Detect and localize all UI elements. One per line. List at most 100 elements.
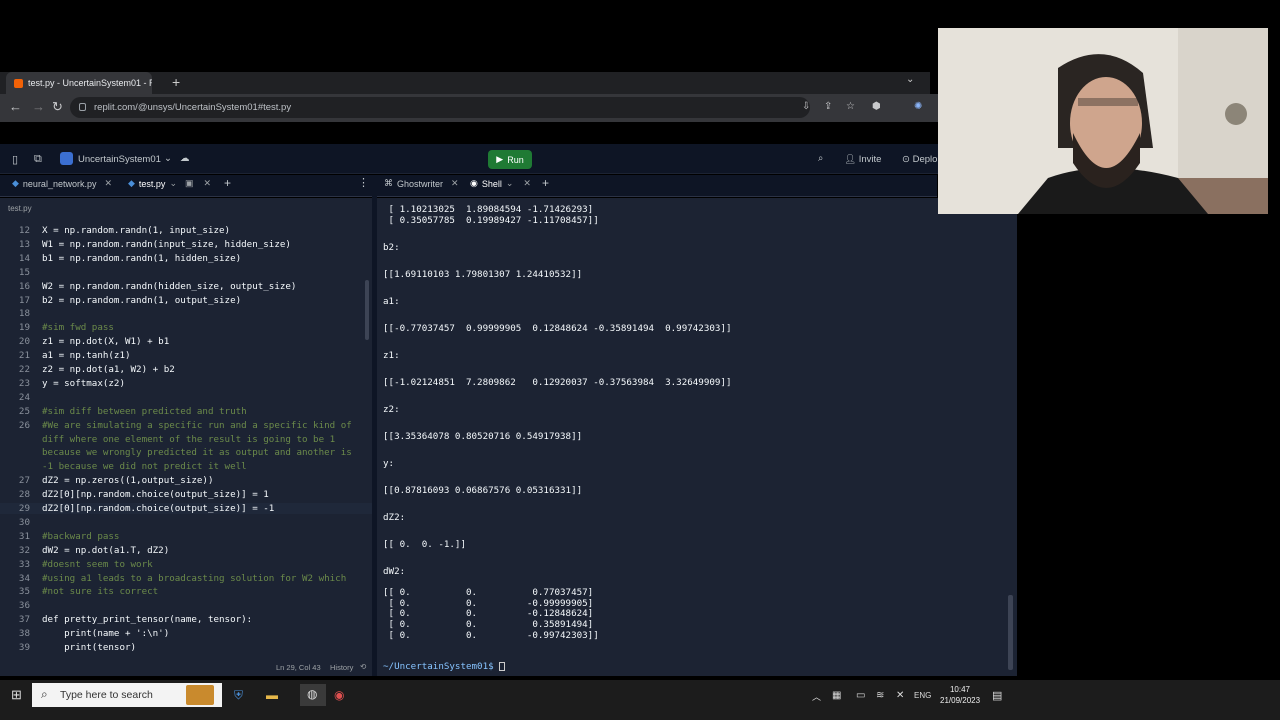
chevron-down-icon[interactable]: ⌄ bbox=[506, 178, 514, 189]
more-options-icon[interactable]: ⋮ bbox=[358, 176, 369, 189]
line-number: 29 bbox=[18, 503, 30, 514]
close-icon[interactable]: ✕ bbox=[204, 178, 212, 189]
code-line[interactable]: 32 dW2 = np.dot(a1.T, dZ2) bbox=[0, 545, 372, 556]
code-text: def pretty_print_tensor(name, tensor): bbox=[42, 614, 253, 626]
code-line[interactable]: 33 #doesnt seem to work bbox=[0, 559, 372, 570]
code-line[interactable]: 16 W2 = np.random.randn(hidden_size, outp… bbox=[0, 281, 372, 292]
line-number: 23 bbox=[18, 377, 30, 389]
tray-device-icon[interactable]: ▭ bbox=[856, 690, 865, 701]
replit-logo-icon[interactable]: ⧉ bbox=[34, 153, 42, 166]
language-indicator[interactable]: ENG bbox=[914, 691, 931, 700]
code-line[interactable]: 30 bbox=[0, 517, 372, 528]
code-line[interactable]: 38 print(name + ':\n') bbox=[0, 628, 372, 639]
windows-start-icon[interactable]: ⊞ bbox=[11, 687, 22, 703]
invite-button[interactable]: 👤︎ Invite bbox=[844, 154, 881, 165]
security-shield-icon[interactable]: ⛨ bbox=[234, 688, 243, 703]
bookmark-star-icon[interactable]: ☆ bbox=[846, 101, 855, 112]
code-line[interactable]: 20 z1 = np.dot(X, W1) + b1 bbox=[0, 336, 372, 347]
split-view-icon[interactable]: ▣ bbox=[185, 178, 194, 189]
tray-up-chevron-icon[interactable]: ︿ bbox=[812, 690, 821, 703]
volume-icon[interactable]: ✕ bbox=[896, 690, 904, 701]
tray-app-icon[interactable]: ▦ bbox=[832, 690, 841, 701]
code-line[interactable]: 25 #sim diff between predicted and truth bbox=[0, 406, 372, 417]
taskbar-clock[interactable]: 10:47 21/09/2023 bbox=[940, 684, 980, 706]
close-icon[interactable]: ✕ bbox=[104, 178, 112, 189]
deploy-button[interactable]: ⊙ Deplo bbox=[902, 154, 937, 165]
code-line[interactable]: because we wrongly predicted it as outpu… bbox=[0, 447, 372, 458]
tab-label: Shell bbox=[481, 178, 502, 189]
code-line[interactable]: diff where one element of the result is … bbox=[0, 434, 372, 445]
code-line[interactable]: 14 b1 = np.random.randn(1, hidden_size) bbox=[0, 253, 372, 264]
code-line[interactable]: 28 dZ2[0][np.random.choice(output_size)] … bbox=[0, 489, 372, 500]
code-line[interactable]: 26 #We are simulating a specific run and … bbox=[0, 420, 372, 431]
code-line[interactable]: -1 because we did not predict it well bbox=[0, 461, 372, 472]
extension-icon[interactable]: ⬢ bbox=[872, 101, 881, 112]
add-tab-button[interactable]: + bbox=[224, 176, 231, 190]
browser-tab[interactable]: test.py - UncertainSystem01 - Re ✕ bbox=[6, 72, 152, 94]
project-name[interactable]: UncertainSystem01 bbox=[78, 154, 161, 165]
line-number: 24 bbox=[18, 391, 30, 403]
deploy-icon: ⊙ bbox=[902, 154, 910, 165]
tab-neural-network[interactable]: ◆ neural_network.py ✕ bbox=[12, 178, 112, 189]
install-app-icon[interactable]: ⇩ bbox=[802, 101, 810, 112]
code-line[interactable]: 23 y = softmax(z2) bbox=[0, 378, 372, 389]
code-line[interactable]: 18 bbox=[0, 308, 372, 319]
close-icon[interactable]: ✕ bbox=[451, 178, 459, 189]
line-number: 17 bbox=[18, 294, 30, 306]
new-tab-button[interactable]: + bbox=[172, 74, 180, 90]
notifications-icon[interactable]: ▤ bbox=[992, 689, 1002, 702]
code-line[interactable]: 31 #backward pass bbox=[0, 531, 372, 542]
code-line[interactable]: 29 dZ2[0][np.random.choice(output_size)] … bbox=[0, 503, 372, 514]
forward-arrow-icon[interactable]: → bbox=[32, 99, 45, 114]
code-line[interactable]: 37 def pretty_print_tensor(name, tensor): bbox=[0, 614, 372, 625]
close-icon[interactable]: ✕ bbox=[523, 178, 531, 189]
taskbar-search-input[interactable]: ⌕ Type here to search bbox=[32, 683, 222, 707]
search-icon[interactable]: ⌕ bbox=[818, 153, 823, 164]
code-line[interactable]: 22 z2 = np.dot(a1, W2) + b2 bbox=[0, 364, 372, 375]
code-text: #doesnt seem to work bbox=[42, 558, 153, 570]
editor-scrollbar[interactable] bbox=[365, 280, 369, 340]
chevron-down-icon[interactable]: ⌄ bbox=[164, 153, 172, 164]
history-icon[interactable]: ⟲ bbox=[360, 662, 366, 671]
code-line[interactable]: 36 bbox=[0, 600, 372, 611]
chrome-taskbar-icon[interactable]: ◍ bbox=[300, 684, 326, 706]
code-line[interactable]: 27 dZ2 = np.zeros((1,output_size)) bbox=[0, 475, 372, 486]
code-line[interactable]: 13 W1 = np.random.randn(input_size, hidde… bbox=[0, 239, 372, 250]
shell-output-line: [ 0. 0. -0.99999905] bbox=[383, 597, 594, 609]
code-line[interactable]: 19 #sim fwd pass bbox=[0, 322, 372, 333]
share-icon[interactable]: ⇪ bbox=[824, 101, 832, 112]
tab-shell[interactable]: ◉ Shell ⌄ ✕ bbox=[470, 178, 531, 189]
extension-puzzle-icon[interactable]: ✺ bbox=[914, 101, 922, 112]
wifi-icon[interactable]: ≋ bbox=[876, 690, 884, 701]
reload-icon[interactable]: ↻ bbox=[52, 99, 63, 115]
shell-tab-bar bbox=[377, 175, 937, 197]
tab-search-chevron-icon[interactable]: ⌄ bbox=[906, 74, 914, 85]
deploy-label: Deplo bbox=[912, 154, 938, 165]
code-line[interactable]: 17 b2 = np.random.randn(1, output_size) bbox=[0, 295, 372, 306]
shell-prompt-line[interactable]: ~/UncertainSystem01$ bbox=[383, 661, 506, 672]
run-button[interactable]: ▶ Run bbox=[488, 150, 532, 169]
code-line[interactable]: 21 a1 = np.tanh(z1) bbox=[0, 350, 372, 361]
code-line[interactable]: 12 X = np.random.randn(1, input_size) bbox=[0, 225, 372, 236]
breadcrumb[interactable]: test.py bbox=[8, 204, 32, 213]
tab-ghostwriter[interactable]: ⌘ Ghostwriter ✕ bbox=[384, 178, 459, 189]
shell-scrollbar[interactable] bbox=[1008, 595, 1013, 670]
search-highlight-icon bbox=[186, 685, 214, 705]
obs-icon[interactable]: ◉ bbox=[334, 688, 344, 702]
url-bar[interactable]: replit.com/@unsys/UncertainSystem01#test… bbox=[70, 97, 810, 118]
file-explorer-icon[interactable]: ▬ bbox=[266, 688, 278, 702]
add-tab-button[interactable]: + bbox=[542, 176, 549, 190]
line-number: 30 bbox=[18, 516, 30, 528]
code-line[interactable]: 15 bbox=[0, 267, 372, 278]
sidebar-toggle-icon[interactable]: ▯ bbox=[12, 153, 18, 166]
tab-test-py[interactable]: ◆ test.py ⌄ ▣ ✕ bbox=[128, 178, 211, 189]
history-link[interactable]: History bbox=[330, 663, 353, 672]
chevron-down-icon[interactable]: ⌄ bbox=[169, 178, 177, 189]
code-text: #sim fwd pass bbox=[42, 322, 114, 334]
back-arrow-icon[interactable]: ← bbox=[9, 99, 22, 114]
line-number: 31 bbox=[18, 530, 30, 542]
code-line[interactable]: 24 bbox=[0, 392, 372, 403]
code-line[interactable]: 39 print(tensor) bbox=[0, 642, 372, 653]
code-line[interactable]: 34 #using a1 leads to a broadcasting solu… bbox=[0, 573, 372, 584]
code-line[interactable]: 35 #not sure its correct bbox=[0, 586, 372, 597]
